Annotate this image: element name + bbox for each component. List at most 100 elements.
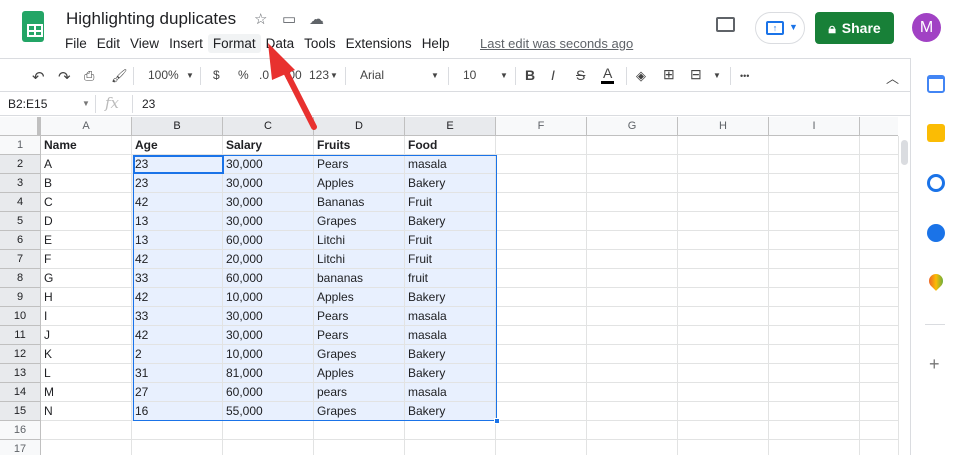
cell[interactable] bbox=[587, 231, 678, 250]
star-icon[interactable]: ☆ bbox=[254, 10, 267, 28]
cell[interactable]: I bbox=[41, 307, 132, 326]
cell[interactable]: 81,000 bbox=[223, 364, 314, 383]
select-all-corner[interactable] bbox=[0, 117, 41, 136]
cell[interactable] bbox=[678, 269, 769, 288]
cell[interactable]: Bakery bbox=[405, 288, 496, 307]
cell[interactable] bbox=[496, 174, 587, 193]
cell[interactable] bbox=[860, 440, 898, 455]
menu-insert[interactable]: Insert bbox=[164, 34, 208, 53]
add-addon-icon[interactable]: + bbox=[929, 354, 940, 375]
cell[interactable] bbox=[496, 345, 587, 364]
cell[interactable] bbox=[860, 250, 898, 269]
cell[interactable] bbox=[678, 440, 769, 455]
cell[interactable] bbox=[678, 402, 769, 421]
cell[interactable]: 20,000 bbox=[223, 250, 314, 269]
cell[interactable]: masala bbox=[405, 155, 496, 174]
cell[interactable] bbox=[405, 440, 496, 455]
sheets-logo[interactable] bbox=[22, 11, 44, 42]
cell[interactable]: 23 bbox=[132, 155, 223, 174]
cell[interactable] bbox=[496, 193, 587, 212]
cell[interactable]: Bakery bbox=[405, 364, 496, 383]
borders-icon[interactable]: ⊞ bbox=[663, 66, 675, 83]
cell[interactable] bbox=[678, 155, 769, 174]
column-header[interactable]: D bbox=[314, 117, 405, 136]
cell[interactable] bbox=[587, 326, 678, 345]
more-formats-button[interactable]: 123 bbox=[309, 68, 329, 82]
row-header[interactable]: 5 bbox=[0, 212, 41, 231]
cell[interactable] bbox=[496, 155, 587, 174]
cell[interactable] bbox=[860, 174, 898, 193]
cell[interactable] bbox=[132, 421, 223, 440]
cell[interactable]: Fruit bbox=[405, 231, 496, 250]
cell[interactable]: M bbox=[41, 383, 132, 402]
cell[interactable] bbox=[587, 383, 678, 402]
cell[interactable] bbox=[678, 288, 769, 307]
contacts-icon[interactable] bbox=[927, 224, 945, 242]
cell[interactable] bbox=[496, 402, 587, 421]
cell[interactable] bbox=[860, 288, 898, 307]
column-header[interactable]: F bbox=[496, 117, 587, 136]
cell[interactable]: Fruit bbox=[405, 193, 496, 212]
cell[interactable]: 31 bbox=[132, 364, 223, 383]
cell[interactable] bbox=[769, 269, 860, 288]
cell[interactable] bbox=[678, 231, 769, 250]
row-header[interactable]: 14 bbox=[0, 383, 41, 402]
row-header[interactable]: 9 bbox=[0, 288, 41, 307]
cell[interactable] bbox=[860, 269, 898, 288]
row-header[interactable]: 4 bbox=[0, 193, 41, 212]
cloud-status-icon[interactable]: ☁ bbox=[309, 10, 324, 28]
cell[interactable] bbox=[496, 269, 587, 288]
cell[interactable]: Pears bbox=[314, 155, 405, 174]
cell[interactable] bbox=[769, 193, 860, 212]
cell[interactable] bbox=[769, 136, 860, 155]
cell[interactable] bbox=[678, 345, 769, 364]
cell[interactable]: Apples bbox=[314, 288, 405, 307]
cell[interactable]: 30,000 bbox=[223, 326, 314, 345]
menu-file[interactable]: File bbox=[60, 34, 92, 53]
cell[interactable] bbox=[860, 193, 898, 212]
cell[interactable] bbox=[769, 288, 860, 307]
cell[interactable]: Food bbox=[405, 136, 496, 155]
cell[interactable] bbox=[587, 345, 678, 364]
row-header[interactable]: 3 bbox=[0, 174, 41, 193]
cell[interactable] bbox=[769, 440, 860, 455]
cell[interactable]: E bbox=[41, 231, 132, 250]
cell[interactable]: Bakery bbox=[405, 345, 496, 364]
cell[interactable] bbox=[860, 326, 898, 345]
cell[interactable]: masala bbox=[405, 307, 496, 326]
cell[interactable] bbox=[496, 440, 587, 455]
cell[interactable]: 42 bbox=[132, 250, 223, 269]
cell[interactable]: 10,000 bbox=[223, 345, 314, 364]
cell[interactable]: masala bbox=[405, 326, 496, 345]
cell[interactable]: Bakery bbox=[405, 174, 496, 193]
move-folder-icon[interactable]: ▭ bbox=[282, 10, 296, 28]
column-header[interactable]: G bbox=[587, 117, 678, 136]
cell[interactable] bbox=[41, 421, 132, 440]
cell[interactable]: 10,000 bbox=[223, 288, 314, 307]
menu-help[interactable]: Help bbox=[417, 34, 455, 53]
italic-button[interactable]: I bbox=[551, 67, 555, 83]
cell[interactable]: 30,000 bbox=[223, 212, 314, 231]
cell[interactable]: C bbox=[41, 193, 132, 212]
cell[interactable] bbox=[678, 383, 769, 402]
cell[interactable] bbox=[860, 345, 898, 364]
increase-decimal-button[interactable]: .00 bbox=[285, 68, 302, 82]
share-button[interactable]: 🔒︎ Share bbox=[815, 12, 894, 44]
menu-format[interactable]: Format bbox=[207, 34, 261, 53]
cell[interactable]: H bbox=[41, 288, 132, 307]
cell[interactable] bbox=[678, 193, 769, 212]
cell[interactable] bbox=[496, 136, 587, 155]
cell[interactable] bbox=[587, 307, 678, 326]
more-options-button[interactable]: ••• bbox=[740, 71, 749, 81]
cell[interactable] bbox=[496, 212, 587, 231]
cell[interactable]: Grapes bbox=[314, 212, 405, 231]
cell[interactable]: 33 bbox=[132, 269, 223, 288]
cell[interactable]: masala bbox=[405, 383, 496, 402]
cell[interactable] bbox=[769, 364, 860, 383]
menu-extensions[interactable]: Extensions bbox=[341, 34, 417, 53]
cell[interactable]: Bananas bbox=[314, 193, 405, 212]
cell[interactable]: K bbox=[41, 345, 132, 364]
row-header[interactable]: 10 bbox=[0, 307, 41, 326]
text-color-button[interactable]: A bbox=[601, 65, 615, 84]
row-header[interactable]: 16 bbox=[0, 421, 41, 440]
